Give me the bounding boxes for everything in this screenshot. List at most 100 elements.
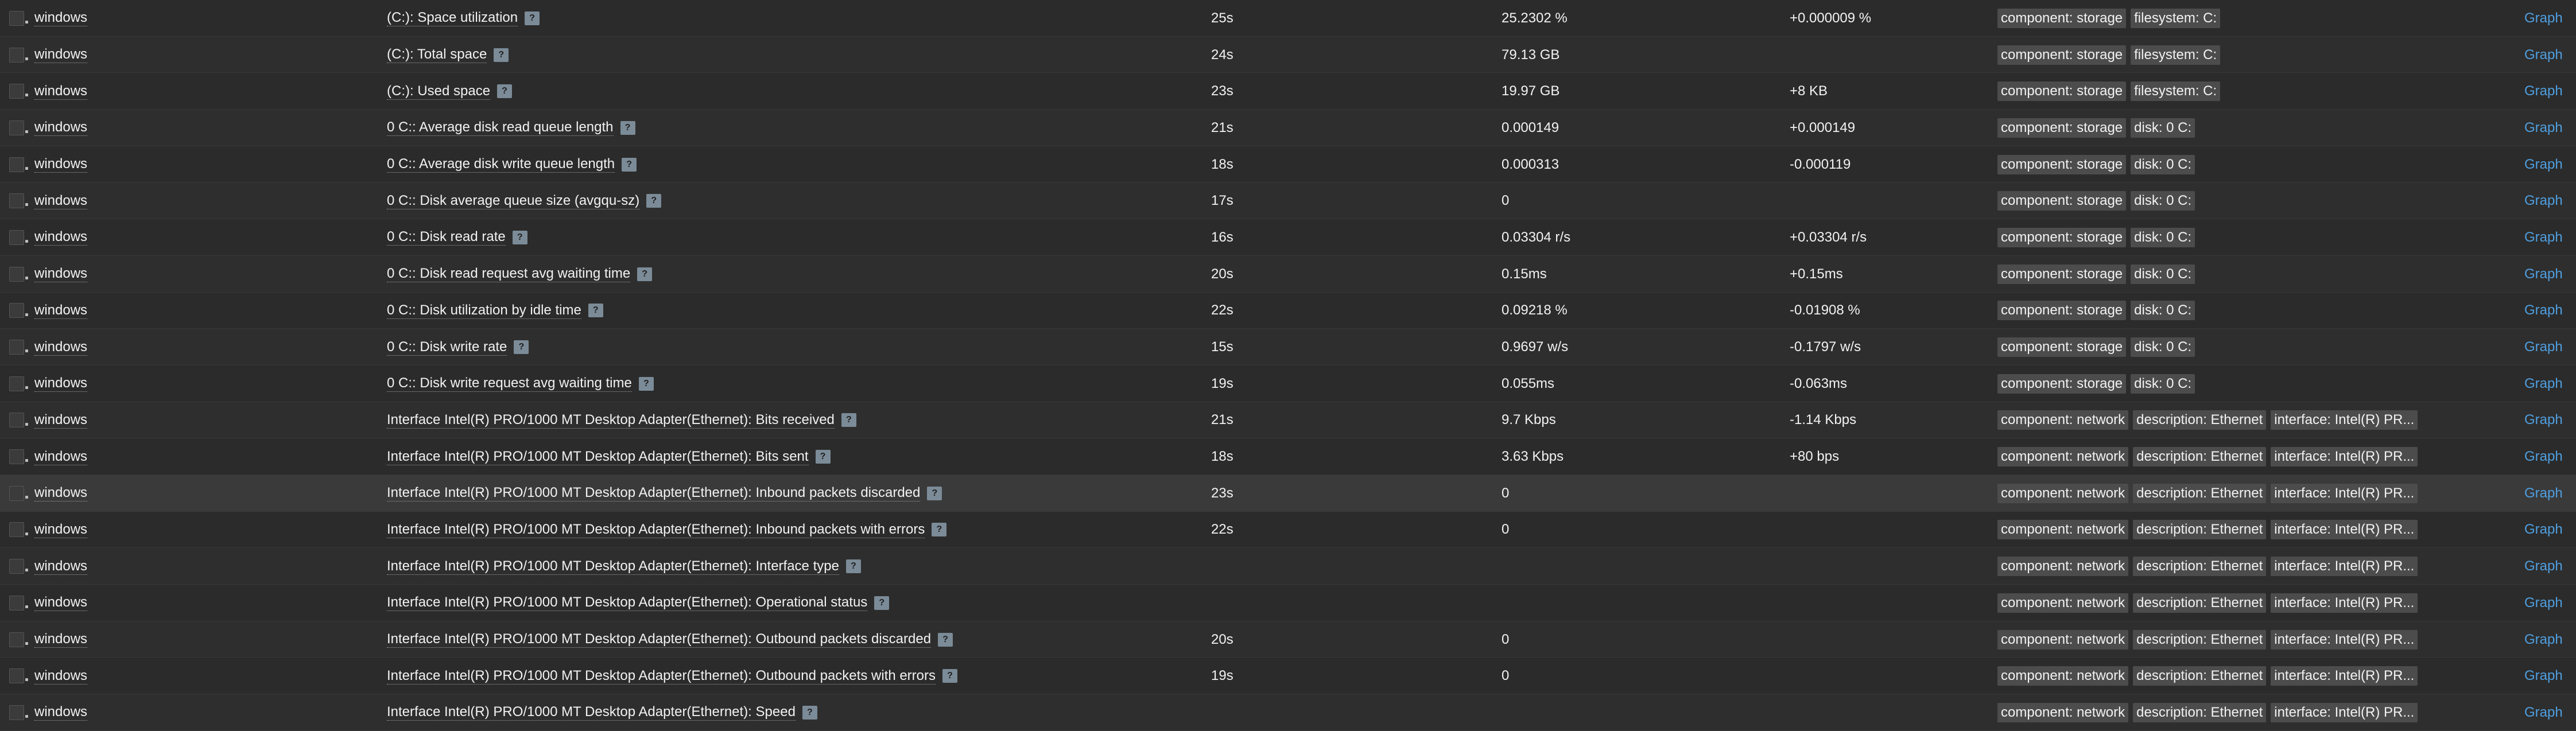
tag-badge[interactable]: filesystem: C: (2131, 8, 2221, 28)
row-checkbox[interactable] (9, 84, 24, 99)
row-checkbox[interactable] (9, 120, 24, 135)
graph-link[interactable]: Graph (2524, 120, 2563, 136)
tag-badge[interactable]: description: Ethernet (2133, 483, 2267, 503)
item-name-link[interactable]: 0 C:: Disk write request avg waiting tim… (387, 375, 632, 392)
help-icon[interactable]: ? (938, 632, 953, 647)
help-icon[interactable]: ? (620, 120, 635, 135)
row-checkbox[interactable] (9, 193, 24, 209)
item-name-link[interactable]: Interface Intel(R) PRO/1000 MT Desktop A… (387, 594, 868, 612)
host-link[interactable]: windows (34, 10, 88, 27)
tag-badge[interactable]: component: network (1997, 702, 2129, 722)
item-name-link[interactable]: 0 C:: Disk read rate (387, 229, 506, 246)
tag-badge[interactable]: filesystem: C: (2131, 45, 2221, 65)
tag-badge[interactable]: description: Ethernet (2133, 447, 2267, 467)
tag-badge[interactable]: interface: Intel(R) PR... (2271, 410, 2418, 430)
host-link[interactable]: windows (34, 156, 88, 173)
graph-link[interactable]: Graph (2524, 10, 2563, 26)
help-icon[interactable]: ? (802, 705, 817, 720)
graph-link[interactable]: Graph (2524, 595, 2563, 611)
graph-link[interactable]: Graph (2524, 193, 2563, 209)
host-link[interactable]: windows (34, 594, 88, 612)
graph-link[interactable]: Graph (2524, 412, 2563, 428)
host-link[interactable]: windows (34, 485, 88, 502)
graph-link[interactable]: Graph (2524, 376, 2563, 392)
tag-badge[interactable]: component: storage (1997, 301, 2127, 321)
tag-badge[interactable]: disk: 0 C: (2131, 191, 2195, 211)
row-checkbox[interactable] (9, 632, 24, 647)
tag-badge[interactable]: component: storage (1997, 264, 2127, 284)
row-checkbox[interactable] (9, 376, 24, 391)
row-checkbox[interactable] (9, 485, 24, 501)
host-link[interactable]: windows (34, 704, 88, 721)
graph-link[interactable]: Graph (2524, 157, 2563, 173)
row-checkbox[interactable] (9, 10, 24, 26)
tag-badge[interactable]: interface: Intel(R) PR... (2271, 483, 2418, 503)
graph-link[interactable]: Graph (2524, 558, 2563, 574)
help-icon[interactable]: ? (637, 267, 653, 281)
host-link[interactable]: windows (34, 631, 88, 648)
help-icon[interactable]: ? (646, 194, 662, 208)
host-link[interactable]: windows (34, 522, 88, 538)
graph-link[interactable]: Graph (2524, 230, 2563, 246)
help-icon[interactable]: ? (512, 230, 527, 244)
help-icon[interactable]: ? (927, 486, 942, 500)
graph-link[interactable]: Graph (2524, 668, 2563, 684)
row-checkbox[interactable] (9, 668, 24, 684)
tag-badge[interactable]: interface: Intel(R) PR... (2271, 593, 2418, 613)
tag-badge[interactable]: disk: 0 C: (2131, 264, 2195, 284)
help-icon[interactable]: ? (622, 157, 637, 172)
tag-badge[interactable]: component: storage (1997, 118, 2127, 138)
tag-badge[interactable]: interface: Intel(R) PR... (2271, 666, 2418, 686)
item-name-link[interactable]: 0 C:: Average disk write queue length (387, 156, 615, 173)
help-icon[interactable]: ? (494, 48, 509, 62)
row-checkbox[interactable] (9, 595, 24, 611)
host-link[interactable]: windows (34, 302, 88, 319)
help-icon[interactable]: ? (514, 340, 529, 355)
tag-badge[interactable]: component: storage (1997, 8, 2127, 28)
help-icon[interactable]: ? (815, 450, 831, 464)
host-link[interactable]: windows (34, 668, 88, 685)
row-checkbox[interactable] (9, 340, 24, 355)
tag-badge[interactable]: disk: 0 C: (2131, 118, 2195, 138)
tag-badge[interactable]: component: network (1997, 483, 2129, 503)
tag-badge[interactable]: disk: 0 C: (2131, 154, 2195, 174)
row-checkbox[interactable] (9, 157, 24, 172)
graph-link[interactable]: Graph (2524, 266, 2563, 282)
item-name-link[interactable]: Interface Intel(R) PRO/1000 MT Desktop A… (387, 631, 932, 648)
tag-badge[interactable]: component: storage (1997, 154, 2127, 174)
tag-badge[interactable]: component: network (1997, 557, 2129, 577)
tag-badge[interactable]: component: network (1997, 447, 2129, 467)
graph-link[interactable]: Graph (2524, 522, 2563, 538)
item-name-link[interactable]: Interface Intel(R) PRO/1000 MT Desktop A… (387, 522, 925, 538)
item-name-link[interactable]: 0 C:: Disk read request avg waiting time (387, 266, 631, 283)
tag-badge[interactable]: component: storage (1997, 374, 2127, 394)
host-link[interactable]: windows (34, 558, 88, 575)
tag-badge[interactable]: disk: 0 C: (2131, 374, 2195, 394)
help-icon[interactable]: ? (845, 559, 861, 574)
item-name-link[interactable]: 0 C:: Disk utilization by idle time (387, 302, 581, 319)
tag-badge[interactable]: component: storage (1997, 81, 2127, 102)
row-checkbox[interactable] (9, 230, 24, 245)
host-link[interactable]: windows (34, 119, 88, 137)
graph-link[interactable]: Graph (2524, 705, 2563, 721)
tag-badge[interactable]: component: storage (1997, 45, 2127, 65)
item-name-link[interactable]: (C:): Space utilization (387, 10, 518, 27)
item-name-link[interactable]: (C:): Total space (387, 46, 487, 64)
tag-badge[interactable]: description: Ethernet (2133, 557, 2267, 577)
tag-badge[interactable]: description: Ethernet (2133, 666, 2267, 686)
item-name-link[interactable]: 0 C:: Disk write rate (387, 339, 507, 356)
row-checkbox[interactable] (9, 266, 24, 282)
host-link[interactable]: windows (34, 449, 88, 465)
item-name-link[interactable]: 0 C:: Disk average queue size (avgqu-sz) (387, 193, 640, 209)
item-name-link[interactable]: Interface Intel(R) PRO/1000 MT Desktop A… (387, 412, 835, 429)
host-link[interactable]: windows (34, 375, 88, 392)
graph-link[interactable]: Graph (2524, 83, 2563, 99)
graph-link[interactable]: Graph (2524, 47, 2563, 63)
help-icon[interactable]: ? (841, 413, 856, 427)
host-link[interactable]: windows (34, 339, 88, 356)
item-name-link[interactable]: Interface Intel(R) PRO/1000 MT Desktop A… (387, 485, 921, 502)
item-name-link[interactable]: 0 C:: Average disk read queue length (387, 119, 614, 137)
graph-link[interactable]: Graph (2524, 485, 2563, 501)
item-name-link[interactable]: (C:): Used space (387, 83, 491, 100)
tag-badge[interactable]: interface: Intel(R) PR... (2271, 629, 2418, 650)
